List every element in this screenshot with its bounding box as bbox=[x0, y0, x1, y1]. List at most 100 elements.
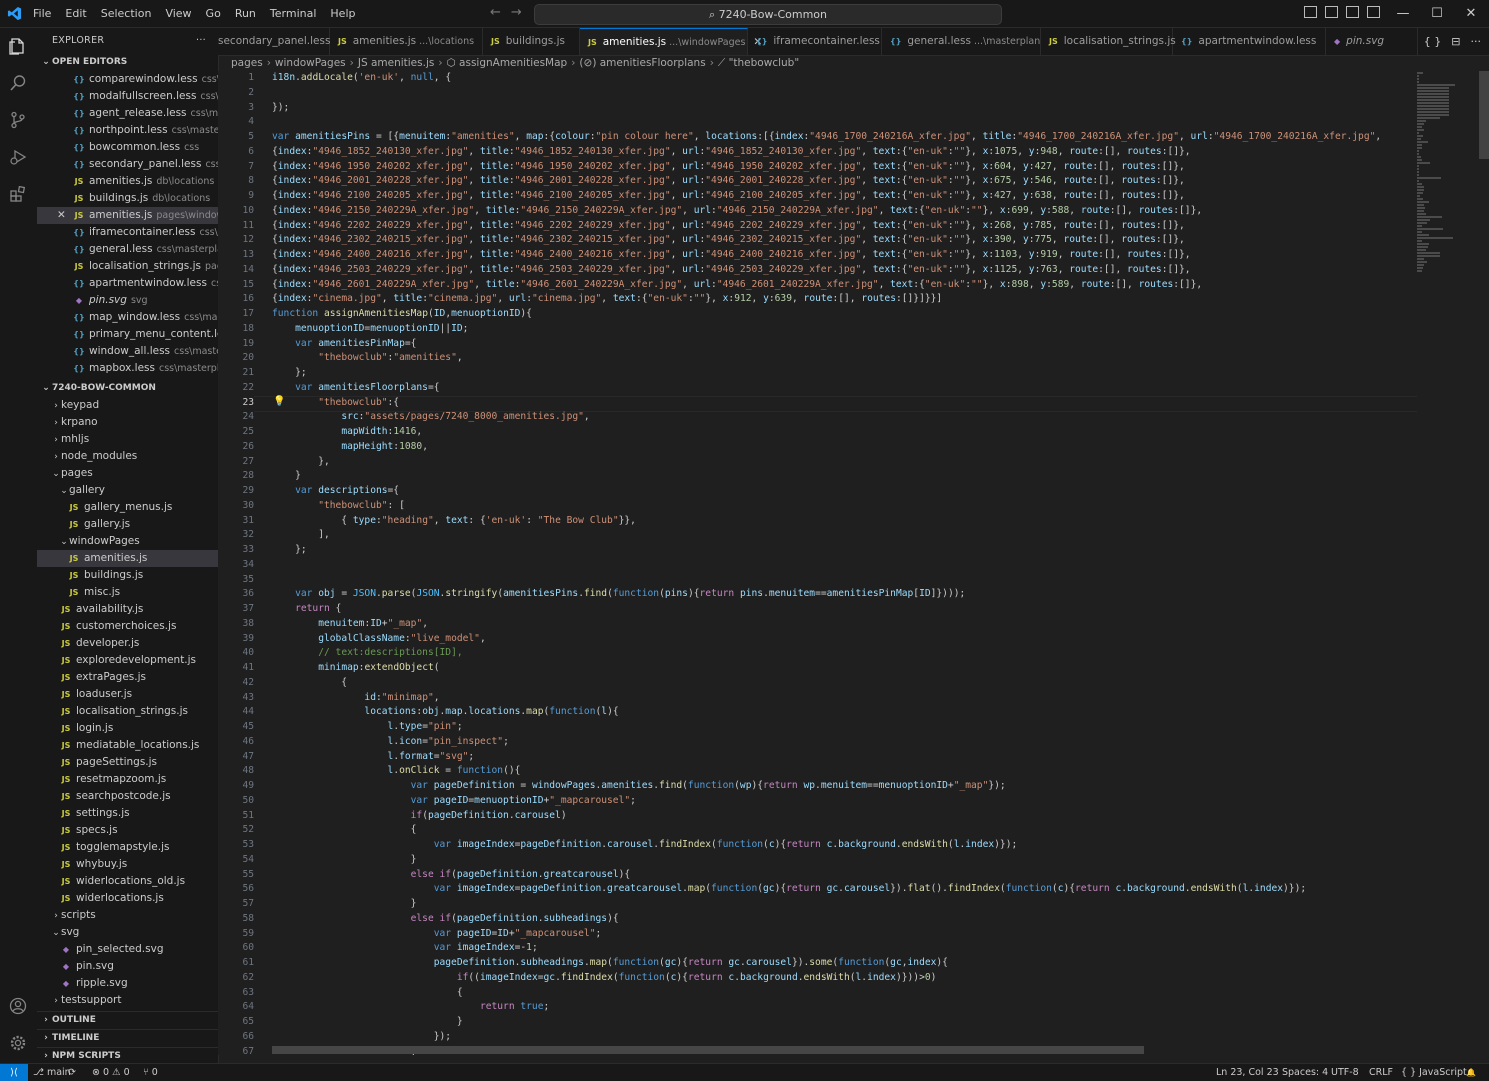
project-header[interactable]: ⌄ 7240-BOW-COMMON bbox=[37, 380, 218, 397]
file-item[interactable]: JS mediatable_locations.js bbox=[37, 737, 218, 754]
code-line[interactable]: // text:descriptions[ID], bbox=[272, 646, 1417, 661]
folder-item[interactable]: › scripts bbox=[37, 907, 218, 924]
code-line[interactable]: var imageIndex=pageDefinition.greatcarou… bbox=[272, 882, 1417, 897]
code-line[interactable]: menuoptionID=menuoptionID||ID; bbox=[272, 322, 1417, 337]
menu-item-selection[interactable]: Selection bbox=[94, 0, 159, 27]
menu-item-go[interactable]: Go bbox=[199, 0, 228, 27]
open-editor-item[interactable]: ✕ JS amenities.jspages\windowP... bbox=[37, 207, 218, 224]
open-editor-item[interactable]: {} general.lesscss\masterplan bbox=[37, 241, 218, 258]
open-editor-item[interactable]: {} window_all.lesscss\masterpl... bbox=[37, 343, 218, 360]
code-line[interactable]: l.type="pin"; bbox=[272, 720, 1417, 735]
code-line[interactable]: {index:"4946_2001_240228_xfer.jpg", titl… bbox=[272, 174, 1417, 189]
code-line[interactable]: menuitem:ID+"_map", bbox=[272, 617, 1417, 632]
open-editor-item[interactable]: {} agent_release.lesscss\maste... bbox=[37, 105, 218, 122]
branch-indicator[interactable]: ⎇ main bbox=[33, 1064, 71, 1081]
folder-item[interactable]: ⌄gallery bbox=[37, 482, 218, 499]
file-item[interactable]: JS customerchoices.js bbox=[37, 618, 218, 635]
code-line[interactable]: var obj = JSON.parse(JSON.stringify(amen… bbox=[272, 587, 1417, 602]
code-line[interactable]: {index:"4946_2302_240215_xfer.jpg", titl… bbox=[272, 233, 1417, 248]
horizontal-scrollbar[interactable] bbox=[272, 1046, 1144, 1054]
file-item[interactable]: JS login.js bbox=[37, 720, 218, 737]
code-line[interactable] bbox=[272, 558, 1417, 573]
code-line[interactable]: } bbox=[272, 1015, 1417, 1030]
toggle-panel-icon[interactable] bbox=[1325, 6, 1338, 18]
sync-icon[interactable]: ⟳ bbox=[68, 1064, 76, 1081]
panel-header-outline[interactable]: › OUTLINE bbox=[37, 1011, 218, 1029]
extensions-icon[interactable] bbox=[9, 185, 27, 203]
open-editor-item[interactable]: JS amenities.js db\locations bbox=[37, 173, 218, 190]
panel-header-npm-scripts[interactable]: › NPM SCRIPTS bbox=[37, 1047, 218, 1063]
file-item[interactable]: JS togglemapstyle.js bbox=[37, 839, 218, 856]
tab-apartmentwindow-less[interactable]: {} apartmentwindow.less bbox=[1173, 28, 1326, 55]
code-line[interactable]: var imageIndex=pageDefinition.carousel.f… bbox=[272, 838, 1417, 853]
split-editor-icon[interactable]: { } bbox=[1424, 35, 1442, 48]
file-item[interactable]: ◆ ripple.svg bbox=[37, 975, 218, 992]
open-editor-item[interactable]: JS buildings.js db\locations bbox=[37, 190, 218, 207]
tab-amenities-js[interactable]: JS amenities.js ...\locations bbox=[330, 28, 483, 55]
breadcrumb-item[interactable]: ⬡ assignAmenitiesMap bbox=[447, 57, 568, 69]
code-line[interactable]: if((imageIndex=gc.findIndex(function(c){… bbox=[272, 971, 1417, 986]
open-editor-item[interactable]: {} iframecontainer.lesscss\ma... bbox=[37, 224, 218, 241]
code-line[interactable]: "thebowclub":"amenities", bbox=[272, 351, 1417, 366]
code-line[interactable]: var pageID=ID+"_mapcarousel"; bbox=[272, 927, 1417, 942]
open-editor-item[interactable]: {} apartmentwindow.lesscss\... bbox=[37, 275, 218, 292]
code-line[interactable]: else if(pageDefinition.greatcarousel){ bbox=[272, 868, 1417, 883]
code-line[interactable] bbox=[272, 573, 1417, 588]
open-editor-item[interactable]: {} modalfullscreen.lesscss\ma... bbox=[37, 88, 218, 105]
file-item[interactable]: JS localisation_strings.js bbox=[37, 703, 218, 720]
code-line[interactable]: {index:"4946_2503_240229_xfer.jpg", titl… bbox=[272, 263, 1417, 278]
code-line[interactable] bbox=[272, 86, 1417, 101]
folder-item[interactable]: ⌄svg bbox=[37, 924, 218, 941]
code-line[interactable]: var amenitiesFloorplans={ bbox=[272, 381, 1417, 396]
code-line[interactable]: {index:"4946_1950_240202_xfer.jpg", titl… bbox=[272, 160, 1417, 175]
code-line[interactable]: l.icon="pin_inspect"; bbox=[272, 735, 1417, 750]
code-editor[interactable]: 1 2 3 4 5 6 7 8 9 10 11 12 13 14 15 16 17 18 19 20 21 22 23 24 2… bbox=[218, 71, 1417, 1055]
settings-gear-icon[interactable] bbox=[9, 1034, 27, 1052]
back-arrow-icon[interactable]: ← bbox=[490, 5, 501, 20]
scrollbar-thumb[interactable] bbox=[1479, 71, 1489, 159]
code-line[interactable]: {index:"4946_2400_240216_xfer.jpg", titl… bbox=[272, 248, 1417, 263]
remote-indicator[interactable]: ⟩⟨ bbox=[0, 1064, 28, 1081]
open-editor-item[interactable]: {} mapbox.lesscss\masterplan bbox=[37, 360, 218, 377]
code-line[interactable]: {index:"4946_2202_240229_xfer.jpg", titl… bbox=[272, 219, 1417, 234]
run-debug-icon[interactable] bbox=[9, 148, 27, 166]
file-item[interactable]: JS searchpostcode.js bbox=[37, 788, 218, 805]
tab-secondary_panel-less[interactable]: secondary_panel.less bbox=[218, 28, 330, 55]
folder-item[interactable]: › testsupport bbox=[37, 992, 218, 1009]
file-item[interactable]: JS widerlocations_old.js bbox=[37, 873, 218, 890]
toggle-secondary-sidebar-icon[interactable] bbox=[1346, 6, 1359, 18]
language-mode[interactable]: { } JavaScript bbox=[1401, 1064, 1467, 1081]
more-actions-icon[interactable]: ··· bbox=[196, 28, 206, 54]
tab-iframecontainer-less[interactable]: {} iframecontainer.less bbox=[748, 28, 882, 55]
menu-item-run[interactable]: Run bbox=[228, 0, 263, 27]
file-item[interactable]: JS whybuy.js bbox=[37, 856, 218, 873]
code-line[interactable]: if(pageDefinition.carousel) bbox=[272, 809, 1417, 824]
breadcrumb-item[interactable]: (⊘) amenitiesFloorplans bbox=[579, 57, 705, 69]
code-line[interactable]: l.onClick = function(){ bbox=[272, 764, 1417, 779]
editor-layout-icon[interactable]: ⊟ bbox=[1451, 35, 1460, 48]
menu-item-file[interactable]: File bbox=[26, 0, 58, 27]
code-line[interactable]: {index:"4946_1852_240130_xfer.jpg", titl… bbox=[272, 145, 1417, 160]
file-item[interactable]: JS amenities.js bbox=[37, 550, 218, 567]
code-line[interactable]: else if(pageDefinition.subheadings){ bbox=[272, 912, 1417, 927]
code-line[interactable]: function assignAmenitiesMap(ID,menuoptio… bbox=[272, 307, 1417, 322]
menu-item-view[interactable]: View bbox=[158, 0, 198, 27]
forward-arrow-icon[interactable]: → bbox=[511, 5, 522, 20]
code-line[interactable]: {index:"4946_2150_240229A_xfer.jpg", tit… bbox=[272, 204, 1417, 219]
code-line[interactable]: var imageIndex=-1; bbox=[272, 941, 1417, 956]
code-line[interactable]: id:"minimap", bbox=[272, 691, 1417, 706]
code-line[interactable]: mapHeight:1080, bbox=[272, 440, 1417, 455]
breadcrumb-item[interactable]: windowPages bbox=[275, 57, 346, 69]
minimize-button[interactable]: — bbox=[1386, 0, 1420, 27]
command-center-search[interactable]: ⌕ 7240-Bow-Common bbox=[534, 4, 1002, 25]
code-line[interactable]: }; bbox=[272, 543, 1417, 558]
code-line[interactable]: "thebowclub":{ bbox=[272, 396, 1417, 411]
minimap[interactable] bbox=[1417, 71, 1477, 1055]
open-editor-item[interactable]: {}primary_menu_content.less... bbox=[37, 326, 218, 343]
tab-localisation_strings-js[interactable]: JS localisation_strings.js bbox=[1041, 28, 1176, 55]
open-editor-item[interactable]: {} map_window.lesscss\maste... bbox=[37, 309, 218, 326]
folder-item[interactable]: ⌄pages bbox=[37, 465, 218, 482]
code-line[interactable]: var descriptions={ bbox=[272, 484, 1417, 499]
folder-item[interactable]: › mhljs bbox=[37, 431, 218, 448]
code-line[interactable]: {index:"4946_2601_240229A_xfer.jpg", tit… bbox=[272, 278, 1417, 293]
